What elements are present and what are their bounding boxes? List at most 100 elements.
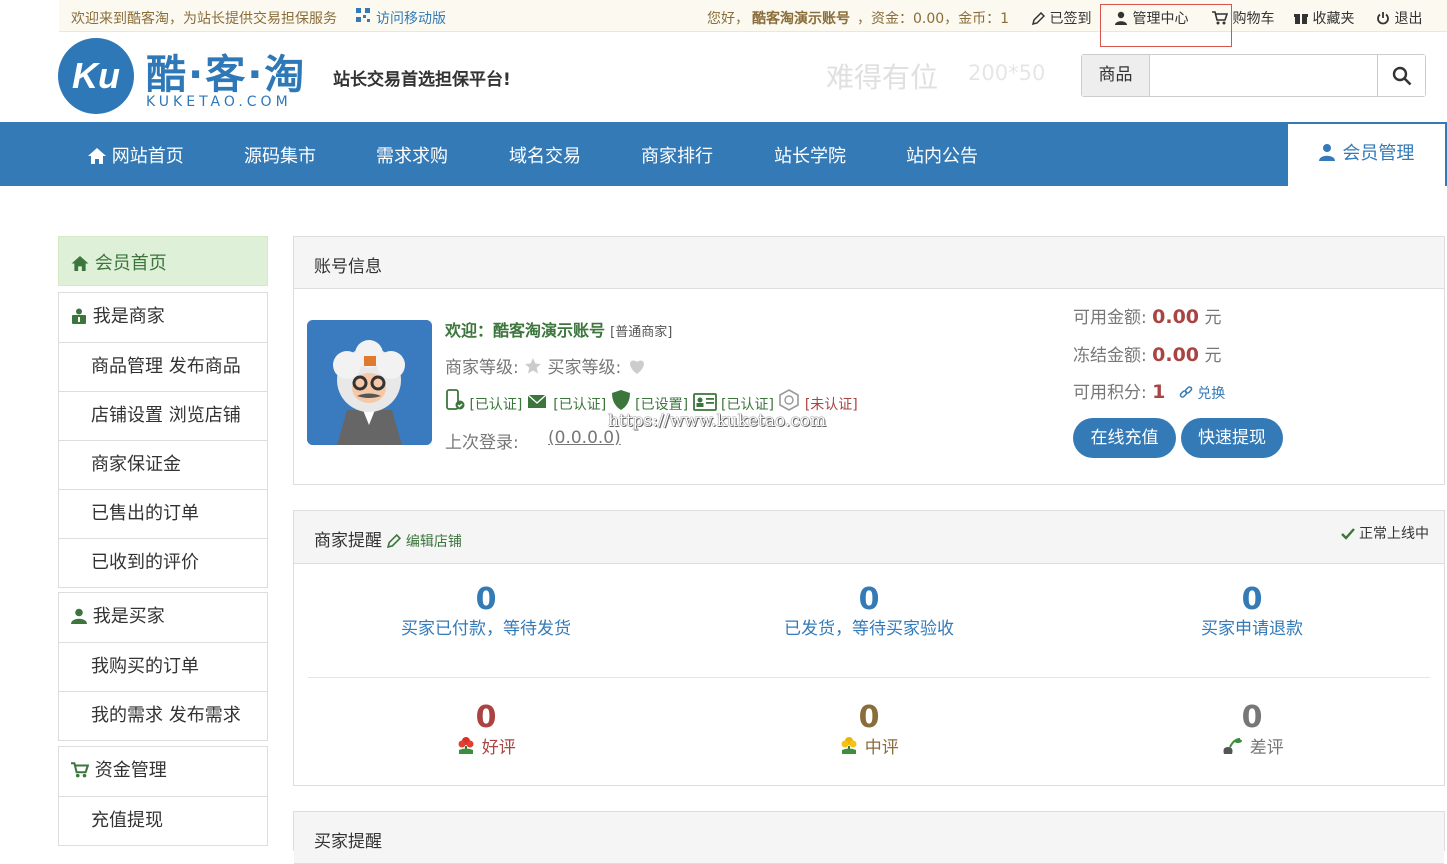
sidebar-funds-group: 资金管理 充值提现 bbox=[58, 746, 268, 846]
link-icon bbox=[1179, 386, 1193, 398]
favorites-label: 收藏夹 bbox=[1312, 11, 1355, 27]
nav-demand[interactable]: 需求求购 bbox=[376, 142, 448, 168]
home-icon bbox=[71, 256, 89, 271]
stat-refund-value: 0 bbox=[1241, 582, 1263, 617]
sidebar-home[interactable]: 会员首页 bbox=[58, 236, 268, 286]
edit-shop-link[interactable]: 编辑店铺 bbox=[387, 534, 462, 550]
search-box: 商品 bbox=[1081, 54, 1426, 97]
sidebar-item-recharge[interactable]: 充值提现 bbox=[59, 796, 267, 845]
user-icon bbox=[1318, 144, 1335, 161]
cart-icon bbox=[1212, 11, 1228, 25]
phone-icon bbox=[446, 389, 465, 410]
cart-label: 购物车 bbox=[1232, 11, 1275, 27]
logo-name[interactable]: 酷·客·淘 bbox=[146, 42, 306, 100]
sidebar-seller-title: 我是商家 bbox=[92, 306, 165, 327]
nav-notice[interactable]: 站内公告 bbox=[906, 142, 978, 168]
sidebar-item-reviews[interactable]: 已收到的评价 bbox=[59, 538, 267, 587]
sidebar-item-deposit[interactable]: 商家保证金 bbox=[59, 440, 267, 489]
sidebar-buyer-group: 我是买家 我购买的订单 我的需求 发布需求 bbox=[58, 592, 268, 741]
nav-ranking[interactable]: 商家排行 bbox=[641, 142, 713, 168]
sidebar-item-sold-orders[interactable]: 已售出的订单 bbox=[59, 489, 267, 538]
logout-link[interactable]: 退出 bbox=[1376, 8, 1422, 28]
frozen-value: 0.00 bbox=[1152, 344, 1200, 366]
search-input[interactable] bbox=[1152, 55, 1377, 96]
sidebar-item-bought-orders[interactable]: 我购买的订单 bbox=[59, 642, 267, 691]
available-unit: 元 bbox=[1204, 308, 1222, 328]
top-bar: 欢迎来到酷客淘，为站长提供交易担保服务 访问移动版 您好， 酷客淘演示账号 ，资… bbox=[59, 0, 1447, 47]
last-login-label: 上次登录: bbox=[445, 433, 519, 453]
sidebar-home-label: 会员首页 bbox=[94, 253, 167, 274]
sidebar-item-shop[interactable]: 店铺设置 浏览店铺 bbox=[59, 391, 267, 440]
stat-refund-label: 买家申请退款 bbox=[1201, 619, 1303, 639]
stat-paid-waiting[interactable]: 0 买家已付款，等待发货 bbox=[336, 583, 636, 641]
divider bbox=[308, 677, 1430, 678]
nav-academy[interactable]: 站长学院 bbox=[774, 142, 846, 168]
points-line: 可用积分: 1 兑换 bbox=[1073, 378, 1225, 403]
sidebar-buyer-header: 我是买家 bbox=[59, 593, 267, 642]
stat-shipped-waiting[interactable]: 0 已发货，等待买家验收 bbox=[719, 583, 1019, 641]
gift-icon bbox=[1294, 14, 1308, 24]
welcome-text: 欢迎来到酷客淘，为站长提供交易担保服务 bbox=[71, 11, 337, 27]
stat-paid-value: 0 bbox=[475, 582, 497, 617]
shield-icon bbox=[611, 390, 630, 410]
search-category[interactable]: 商品 bbox=[1082, 55, 1150, 96]
nav-member-active[interactable]: 会员管理 bbox=[1288, 124, 1445, 186]
review-bad[interactable]: 0 差评 bbox=[1102, 701, 1402, 760]
level-tag: [普通商家] bbox=[610, 325, 673, 340]
online-status: 正常上线中 bbox=[1340, 523, 1429, 543]
funds-text: ，资金：0.00，金币：1 bbox=[857, 11, 1010, 27]
logo-mark[interactable]: Ku bbox=[58, 38, 134, 114]
available-label: 可用金额: bbox=[1073, 308, 1147, 328]
nav-code-market[interactable]: 源码集市 bbox=[244, 142, 316, 168]
briefcase-icon bbox=[72, 308, 86, 324]
cart-link[interactable]: 购物车 bbox=[1212, 8, 1274, 28]
sidebar-seller-group: 我是商家 商品管理 发布商品 店铺设置 浏览店铺 商家保证金 已售出的订单 已收… bbox=[58, 292, 268, 588]
points-label: 可用积分: bbox=[1073, 383, 1147, 403]
flower-yellow-icon bbox=[841, 737, 857, 754]
ad-slot-text[interactable]: 难得有位 bbox=[826, 56, 938, 96]
ad-slot-size: 200*50 bbox=[968, 61, 1046, 85]
stat-refund-request[interactable]: 0 买家申请退款 bbox=[1102, 583, 1402, 641]
search-icon bbox=[1392, 66, 1412, 86]
sidebar-item-my-demand[interactable]: 我的需求 发布需求 bbox=[59, 691, 267, 740]
mobile-link[interactable]: 访问移动版 bbox=[376, 8, 446, 28]
buyer-panel: 买家提醒 bbox=[293, 811, 1445, 864]
seller-panel-header: 商家提醒 编辑店铺 bbox=[294, 511, 1444, 564]
recharge-button[interactable]: 在线充值 bbox=[1073, 418, 1176, 458]
buyer-level-label: 买家等级: bbox=[547, 358, 622, 378]
cert-email-status[interactable]: [已认证] bbox=[553, 397, 606, 413]
review-neutral[interactable]: 0 中评 bbox=[719, 701, 1019, 760]
user-icon bbox=[71, 608, 87, 624]
cert-phone-status[interactable]: [已认证] bbox=[469, 397, 522, 413]
sidebar-item-goods[interactable]: 商品管理 发布商品 bbox=[59, 342, 267, 391]
review-bad-label: 差评 bbox=[1249, 738, 1284, 758]
favorites-link[interactable]: 收藏夹 bbox=[1294, 8, 1354, 28]
logo-subtitle: KUKETAO.COM bbox=[146, 94, 292, 110]
star-icon bbox=[525, 358, 542, 374]
signed-link[interactable]: 已签到 bbox=[1032, 8, 1091, 28]
heart-icon bbox=[629, 360, 644, 374]
review-good-label: 好评 bbox=[481, 738, 516, 758]
signed-label: 已签到 bbox=[1049, 11, 1092, 27]
watermark-text: https://www.kuketao.com bbox=[608, 411, 827, 431]
nav-member-label: 会员管理 bbox=[1342, 143, 1415, 164]
exchange-link[interactable]: 兑换 bbox=[1179, 386, 1225, 402]
nav-domain[interactable]: 域名交易 bbox=[509, 142, 581, 168]
search-button[interactable] bbox=[1377, 55, 1425, 96]
last-login-ip[interactable]: (0.0.0.0) bbox=[548, 428, 621, 448]
pencil-icon bbox=[1032, 12, 1045, 25]
account-panel-title: 账号信息 bbox=[294, 237, 1444, 289]
nav-home[interactable]: 网站首页 bbox=[88, 142, 184, 168]
seller-level-label: 商家等级: bbox=[445, 358, 519, 378]
withdraw-button[interactable]: 快速提现 bbox=[1181, 418, 1283, 458]
admin-center-link[interactable]: 管理中心 bbox=[1114, 8, 1188, 28]
level-line: 商家等级: 买家等级: bbox=[445, 353, 647, 378]
account-name-link[interactable]: 酷客淘演示账号 bbox=[752, 8, 850, 28]
stat-shipped-value: 0 bbox=[858, 582, 880, 617]
avatar[interactable] bbox=[307, 320, 432, 445]
sidebar-seller-header: 我是商家 bbox=[59, 293, 267, 342]
review-good[interactable]: 0 好评 bbox=[336, 701, 636, 760]
review-neutral-label: 中评 bbox=[864, 738, 899, 758]
stat-shipped-label: 已发货，等待买家验收 bbox=[784, 619, 954, 639]
avatar-image bbox=[307, 320, 432, 445]
